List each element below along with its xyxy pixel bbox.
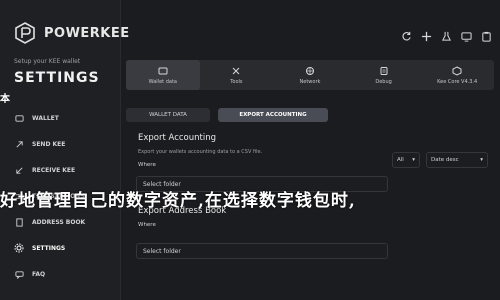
sidebar-item-faq[interactable]: FAQ (14, 261, 119, 287)
tab-label: Network (299, 78, 321, 85)
sort-value: Date desc (431, 157, 459, 163)
refresh-icon[interactable] (400, 30, 412, 42)
subtab-export-accounting[interactable]: EXPORT ACCOUNTING (218, 108, 328, 122)
sidebar-item-receive-kee[interactable]: RECEIVE KEE (14, 157, 119, 183)
tab-label: Wallet data (148, 78, 177, 85)
brand: POWERKEE (14, 22, 130, 44)
overlay-text-top: 本 (0, 94, 10, 105)
sidebar-item-wallet[interactable]: WALLET (14, 105, 119, 131)
tab-label: Tools (230, 78, 243, 85)
where-label: Where (138, 162, 156, 168)
sidebar-item-label: WALLET (32, 114, 59, 122)
tab-label: Debug (375, 78, 392, 85)
sidebar: POWERKEE Setup your KEE wallet SETTINGS … (0, 0, 129, 300)
tab-wallet-data[interactable]: Wallet data (126, 60, 200, 90)
sidebar-item-label: ADDRESS BOOK (32, 218, 86, 226)
subtabs: WALLET DATA EXPORT ACCOUNTING (126, 108, 328, 122)
top-toolbar (400, 30, 492, 42)
plus-icon[interactable] (420, 30, 432, 42)
settings-tabbar: Wallet data Tools Network Debug Kee Core… (126, 60, 494, 90)
tab-tools[interactable]: Tools (200, 60, 274, 90)
monitor-icon[interactable] (460, 30, 472, 42)
sidebar-item-settings[interactable]: SETTINGS (14, 235, 119, 261)
sidebar-item-label: SETTINGS (32, 244, 66, 252)
tab-debug[interactable]: Debug (347, 60, 421, 90)
sort-select[interactable]: Date desc ▾ (426, 152, 488, 168)
tab-kee-core[interactable]: Kee Core V4.3.4 (420, 60, 494, 90)
setup-text: Setup your KEE wallet (14, 58, 81, 65)
address-book-folder-input[interactable]: Select folder (136, 243, 388, 259)
gear-icon (14, 243, 24, 253)
tools-icon (233, 67, 240, 74)
clipboard-icon[interactable] (480, 30, 492, 42)
export-accounting-desc: Export your wallets accounting data to a… (138, 149, 263, 155)
send-icon (14, 139, 24, 149)
where-label: Where (138, 222, 156, 228)
powerkee-logo-icon (15, 22, 35, 44)
address-book-icon (14, 217, 24, 227)
debug-icon (380, 66, 388, 75)
overlay-text: 好地管理自己的数字资产,在选择数字钱包时, (0, 191, 356, 211)
sidebar-item-label: FAQ (32, 270, 46, 278)
wallet-data-icon (158, 67, 168, 74)
chevron-down-icon: ▾ (480, 157, 483, 163)
tab-network[interactable]: Network (273, 60, 347, 90)
filter-value: All (397, 157, 404, 163)
brand-name: POWERKEE (44, 25, 130, 41)
faq-icon (14, 269, 24, 279)
page-title: SETTINGS (14, 70, 100, 86)
flask-icon[interactable] (440, 30, 452, 42)
chevron-down-icon: ▾ (412, 157, 415, 163)
sidebar-item-label: RECEIVE KEE (32, 166, 76, 174)
filter-select[interactable]: All ▾ (392, 152, 420, 168)
receive-icon (14, 165, 24, 175)
sidebar-item-label: SEND KEE (32, 140, 66, 148)
subtab-wallet-data[interactable]: WALLET DATA (126, 108, 210, 122)
export-accounting-title: Export Accounting (138, 133, 216, 143)
tab-label: Kee Core V4.3.4 (437, 78, 478, 85)
wallet-icon (14, 113, 24, 123)
folder-placeholder: Select folder (143, 247, 181, 255)
sidebar-item-send-kee[interactable]: SEND KEE (14, 131, 119, 157)
network-icon (305, 66, 314, 75)
core-icon (452, 65, 462, 76)
sidebar-item-address-book[interactable]: ADDRESS BOOK (14, 209, 119, 235)
